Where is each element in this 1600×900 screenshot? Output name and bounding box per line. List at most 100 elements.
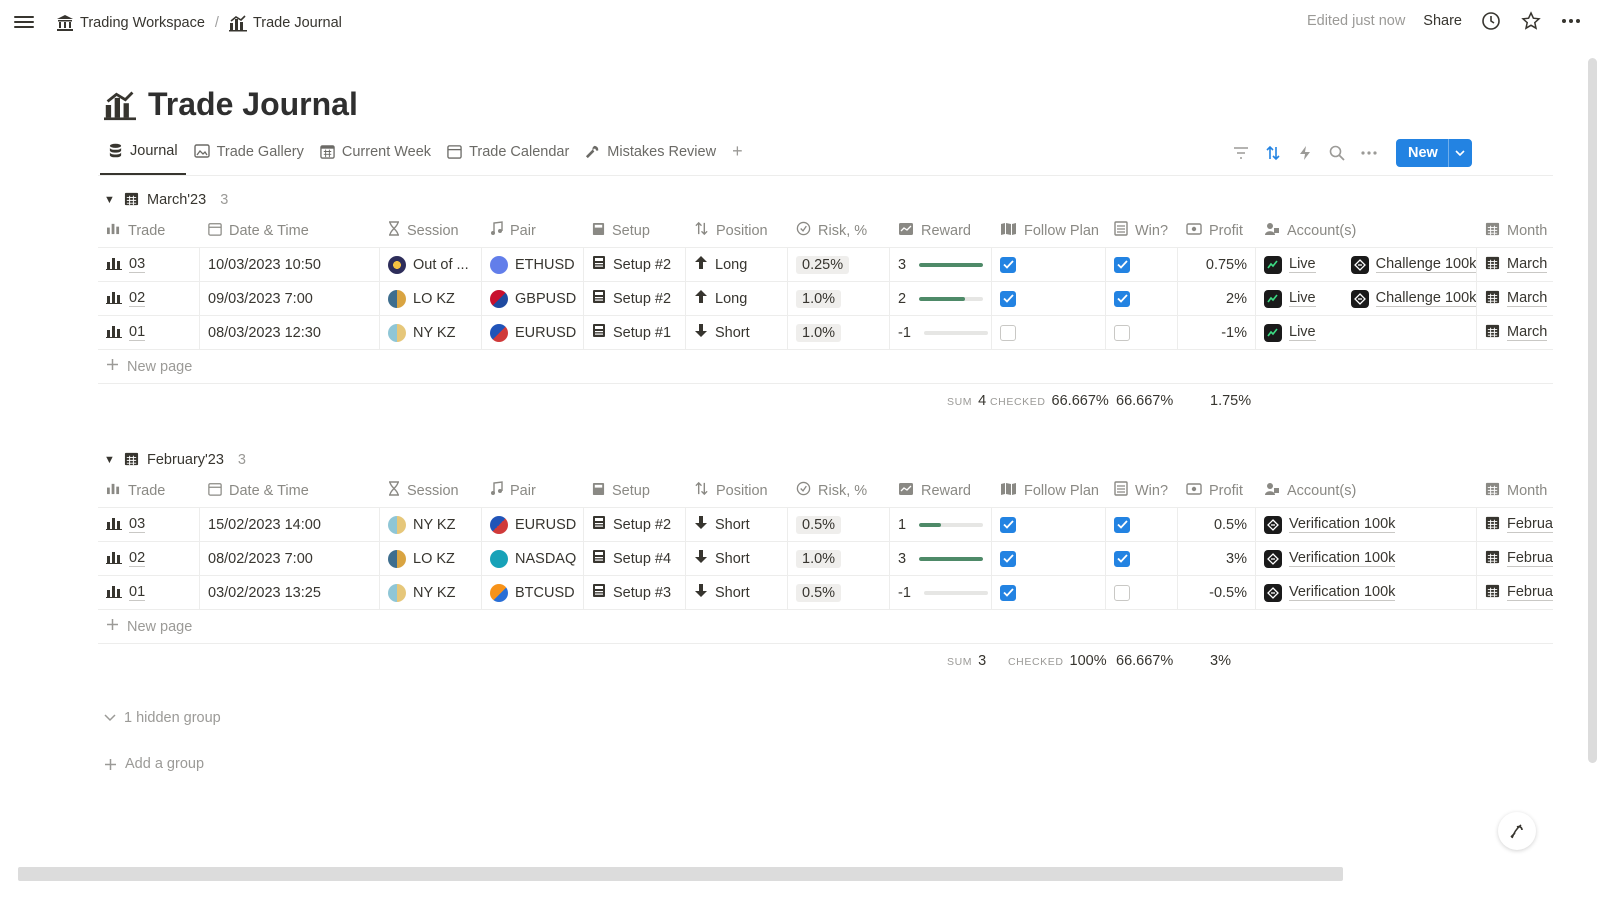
position-cell[interactable]: Short — [686, 541, 788, 576]
column-header[interactable]: Setup — [584, 474, 686, 508]
date-cell[interactable]: 08/03/2023 12:30 — [200, 315, 380, 350]
reward-cell[interactable]: 3 — [890, 541, 992, 576]
setup-cell[interactable]: Setup #2 — [584, 507, 686, 542]
win-checkbox[interactable] — [1114, 256, 1130, 273]
column-header[interactable]: Trade — [98, 474, 200, 508]
column-header[interactable]: Setup — [584, 214, 686, 248]
breadcrumb-workspace[interactable]: Trading Workspace — [52, 12, 209, 34]
month-cell[interactable]: March — [1477, 282, 1553, 316]
column-header[interactable]: Position — [686, 214, 788, 248]
win-checkbox[interactable] — [1114, 516, 1130, 533]
add-view-button[interactable]: + — [724, 138, 751, 175]
column-header[interactable]: Date & Time — [200, 474, 380, 508]
column-header[interactable]: Reward — [890, 474, 992, 508]
column-header[interactable]: Account(s) — [1256, 474, 1477, 508]
trade-cell[interactable]: 01 — [98, 575, 200, 610]
setup-cell[interactable]: Setup #3 — [584, 575, 686, 610]
add-group-button[interactable]: Add a group — [104, 756, 204, 772]
reward-cell[interactable]: -1 — [890, 315, 992, 350]
risk-cell[interactable]: 1.0% — [788, 281, 890, 316]
column-header[interactable]: Position — [686, 474, 788, 508]
reward-sum[interactable]: SUM 3 — [947, 653, 986, 669]
follow-plan-checkbox[interactable] — [1000, 290, 1016, 307]
column-header[interactable]: Win? — [1106, 474, 1178, 508]
table-row[interactable]: 03 15/02/2023 14:00 NY KZ EURUSD Setup #2 Sho… — [98, 507, 1553, 542]
trade-cell[interactable]: 03 — [98, 247, 200, 282]
accounts-cell[interactable]: Verification 100k — [1256, 507, 1477, 542]
trade-cell[interactable]: 03 — [98, 507, 200, 542]
position-cell[interactable]: Short — [686, 315, 788, 350]
date-cell[interactable]: 03/02/2023 13:25 — [200, 575, 380, 610]
hidden-group-toggle[interactable]: 1 hidden group — [104, 710, 221, 726]
month-cell[interactable]: Februa — [1477, 576, 1553, 610]
table-row[interactable]: 01 03/02/2023 13:25 NY KZ BTCUSD Setup #3 Sho… — [98, 575, 1553, 610]
column-header[interactable]: Account(s) — [1256, 214, 1477, 248]
risk-cell[interactable]: 0.5% — [788, 507, 890, 542]
session-cell[interactable]: NY KZ — [380, 507, 482, 542]
win-percent[interactable]: 66.667% — [1116, 393, 1173, 409]
column-header[interactable]: Profit — [1178, 214, 1256, 248]
column-header[interactable]: Follow Plan — [992, 214, 1106, 248]
month-cell[interactable]: March — [1477, 316, 1553, 350]
tab-mistakes-review[interactable]: Mistakes Review — [577, 138, 724, 175]
date-cell[interactable]: 08/02/2023 7:00 — [200, 541, 380, 576]
tab-current-week[interactable]: Current Week — [312, 138, 439, 175]
position-cell[interactable]: Short — [686, 507, 788, 542]
column-header[interactable]: Pair — [482, 474, 584, 508]
trade-cell[interactable]: 02 — [98, 541, 200, 576]
win-checkbox[interactable] — [1114, 290, 1130, 307]
account-tag[interactable]: Live — [1264, 289, 1316, 308]
tab-trade-gallery[interactable]: Trade Gallery — [186, 138, 312, 175]
reward-cell[interactable]: 1 — [890, 507, 992, 542]
profit-cell[interactable]: -1% — [1178, 315, 1256, 350]
profit-cell[interactable]: 0.75% — [1178, 247, 1256, 282]
column-header[interactable]: Session — [380, 474, 482, 508]
accounts-cell[interactable]: Verification 100k — [1256, 541, 1477, 576]
session-cell[interactable]: Out of ... — [380, 247, 482, 282]
risk-cell[interactable]: 1.0% — [788, 541, 890, 576]
win-checkbox[interactable] — [1114, 584, 1130, 601]
column-header[interactable]: Profit — [1178, 474, 1256, 508]
new-page-button[interactable]: New page — [98, 610, 1553, 644]
month-cell[interactable]: March — [1477, 248, 1553, 282]
session-cell[interactable]: LO KZ — [380, 541, 482, 576]
reward-cell[interactable]: -1 — [890, 575, 992, 610]
risk-cell[interactable]: 0.25% — [788, 247, 890, 282]
follow-plan-checkbox[interactable] — [1000, 550, 1016, 567]
follow-plan-checkbox[interactable] — [1000, 324, 1016, 341]
follow-plan-checkbox[interactable] — [1000, 256, 1016, 273]
accounts-cell[interactable]: Verification 100k — [1256, 575, 1477, 610]
menu-icon[interactable] — [14, 13, 34, 31]
table-row[interactable]: 03 10/03/2023 10:50 Out of ... ETHUSD Setup … — [98, 247, 1553, 282]
setup-cell[interactable]: Setup #4 — [584, 541, 686, 576]
pair-cell[interactable]: EURUSD — [482, 507, 584, 542]
vertical-scrollbar[interactable] — [1588, 58, 1597, 763]
group-header[interactable]: ▼ March'23 3 — [104, 188, 228, 212]
session-cell[interactable]: NY KZ — [380, 575, 482, 610]
month-cell[interactable]: Februa — [1477, 508, 1553, 542]
group-header[interactable]: ▼ February'23 3 — [104, 448, 246, 472]
filter-icon[interactable] — [1230, 142, 1252, 164]
column-header[interactable]: Session — [380, 214, 482, 248]
month-cell[interactable]: Februa — [1477, 542, 1553, 576]
account-tag[interactable]: Live — [1264, 255, 1316, 274]
setup-cell[interactable]: Setup #1 — [584, 315, 686, 350]
accounts-cell[interactable]: Live Challenge 100k — [1256, 281, 1477, 316]
table-row[interactable]: 02 09/03/2023 7:00 LO KZ GBPUSD Setup #2 Long… — [98, 281, 1553, 316]
share-button[interactable]: Share — [1423, 13, 1462, 29]
trade-cell[interactable]: 02 — [98, 281, 200, 316]
profit-sum[interactable]: 1.75% — [1210, 393, 1251, 409]
session-cell[interactable]: NY KZ — [380, 315, 482, 350]
tab-journal[interactable]: Journal — [100, 138, 186, 175]
follow-plan-checked[interactable]: CHECKED 100% — [1008, 653, 1107, 669]
column-header[interactable]: Follow Plan — [992, 474, 1106, 508]
profit-cell[interactable]: 0.5% — [1178, 507, 1256, 542]
search-icon[interactable] — [1326, 142, 1348, 164]
setup-cell[interactable]: Setup #2 — [584, 247, 686, 282]
setup-cell[interactable]: Setup #2 — [584, 281, 686, 316]
column-header[interactable]: Risk, % — [788, 474, 890, 508]
win-percent[interactable]: 66.667% — [1116, 653, 1173, 669]
follow-plan-checked[interactable]: CHECKED 66.667% — [990, 393, 1109, 409]
profit-cell[interactable]: 3% — [1178, 541, 1256, 576]
tab-trade-calendar[interactable]: Trade Calendar — [439, 138, 577, 175]
